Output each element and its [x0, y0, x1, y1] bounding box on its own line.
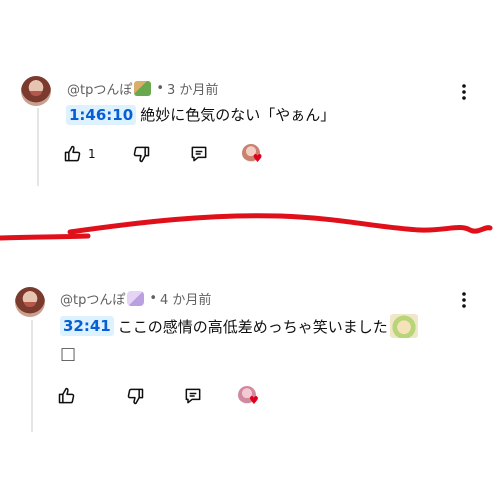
dislike-button[interactable]	[122, 383, 148, 409]
comment-age[interactable]: 3 か月前	[167, 79, 218, 98]
trailing-box-glyph: □	[60, 344, 77, 364]
custom-emoji-icon	[389, 314, 418, 338]
separator: •	[149, 291, 158, 306]
reply-button[interactable]	[180, 383, 206, 409]
red-scribble-line	[0, 213, 493, 241]
more-vertical-icon[interactable]	[454, 290, 474, 310]
reply-icon	[191, 146, 207, 162]
author-name[interactable]: @tpつんぽ	[60, 289, 125, 308]
creator-heart-icon: ♥	[238, 386, 259, 406]
reply-button[interactable]	[186, 141, 212, 167]
comment-actions: 1 ♥	[60, 141, 263, 167]
like-count: 1	[88, 147, 96, 161]
comment-header: @tpつんぽ • 4 か月前	[60, 289, 211, 308]
thumbs-up-icon	[64, 145, 81, 162]
dislike-button[interactable]	[128, 141, 154, 167]
like-button[interactable]	[54, 383, 80, 409]
creator-heart-icon: ♥	[241, 144, 263, 164]
thumbs-up-icon	[58, 387, 75, 404]
comment-actions: ♥	[54, 383, 259, 409]
comment-body-line2: □	[60, 344, 76, 364]
thumbs-down-icon	[127, 388, 144, 405]
avatar[interactable]	[15, 287, 45, 317]
thread-line	[31, 320, 33, 432]
comment-text: ここの感情の高低差めっちゃ笑いました	[117, 317, 388, 336]
like-button[interactable]	[60, 141, 86, 167]
comment-body: 1:46:10 絶妙に色気のない「やぁん」	[66, 104, 335, 125]
avatar[interactable]	[21, 76, 51, 106]
comment-text: 絶妙に色気のない「やぁん」	[140, 106, 336, 124]
reply-icon	[185, 388, 201, 404]
timestamp-link[interactable]: 32:41	[60, 316, 114, 336]
author-name[interactable]: @tpつんぽ	[67, 79, 132, 98]
member-badge-icon	[134, 81, 152, 96]
thread-line	[37, 108, 39, 186]
comment-age[interactable]: 4 か月前	[160, 289, 211, 308]
timestamp-link[interactable]: 1:46:10	[66, 104, 137, 125]
comment-header: @tpつんぽ • 3 か月前	[67, 79, 218, 98]
comment-body: 32:41 ここの感情の高低差めっちゃ笑いました	[60, 314, 418, 338]
member-badge-icon	[127, 291, 145, 306]
thumbs-down-icon	[133, 146, 149, 163]
separator: •	[156, 81, 165, 96]
more-vertical-icon[interactable]	[454, 82, 474, 102]
